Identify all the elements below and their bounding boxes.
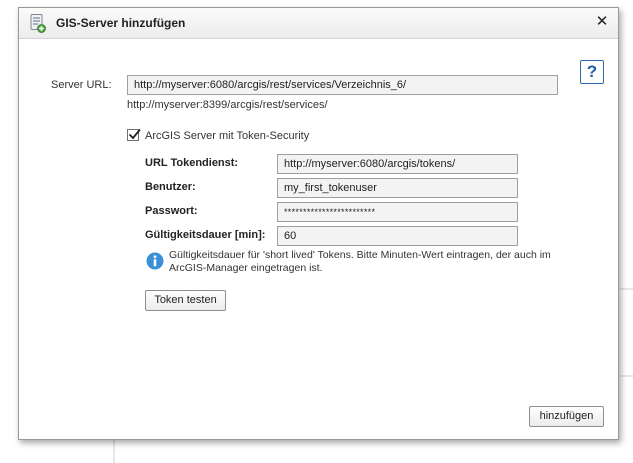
close-icon[interactable]: ✕ [594,14,610,30]
password-input[interactable]: ************************ [277,202,518,222]
background-divider [620,288,633,290]
user-input[interactable]: my_first_tokenuser [277,178,518,198]
help-button[interactable]: ? [580,60,604,84]
server-url-example: http://myserver:8399/arcgis/rest/service… [127,99,328,111]
password-label: Passwort: [145,205,198,217]
user-label: Benutzer: [145,181,196,193]
server-url-input[interactable]: http://myserver:6080/arcgis/rest/service… [127,75,558,95]
duration-label: Gültigkeitsdauer [min]: [145,229,266,241]
add-button[interactable]: hinzufügen [529,406,604,427]
token-url-input[interactable]: http://myserver:6080/arcgis/tokens/ [277,154,518,174]
token-url-label: URL Tokendienst: [145,157,239,169]
token-security-label: ArcGIS Server mit Token-Security [145,130,310,142]
dialog-titlebar: GIS-Server hinzufügen ✕ [19,8,618,39]
checkmark-icon [128,128,141,140]
token-security-checkbox[interactable] [127,128,141,141]
background-divider [620,375,633,377]
dialog-title: GIS-Server hinzufügen [56,16,186,30]
add-gis-server-dialog: GIS-Server hinzufügen ✕ ? Server URL: ht… [18,7,619,440]
server-add-icon [30,14,46,33]
test-token-button[interactable]: Token testen [145,290,226,311]
info-icon [146,252,164,270]
server-url-label: Server URL: [51,79,112,91]
background-divider [113,438,115,463]
duration-info-text: Gültigkeitsdauer für 'short lived' Token… [169,249,551,274]
duration-input[interactable]: 60 [277,226,518,246]
